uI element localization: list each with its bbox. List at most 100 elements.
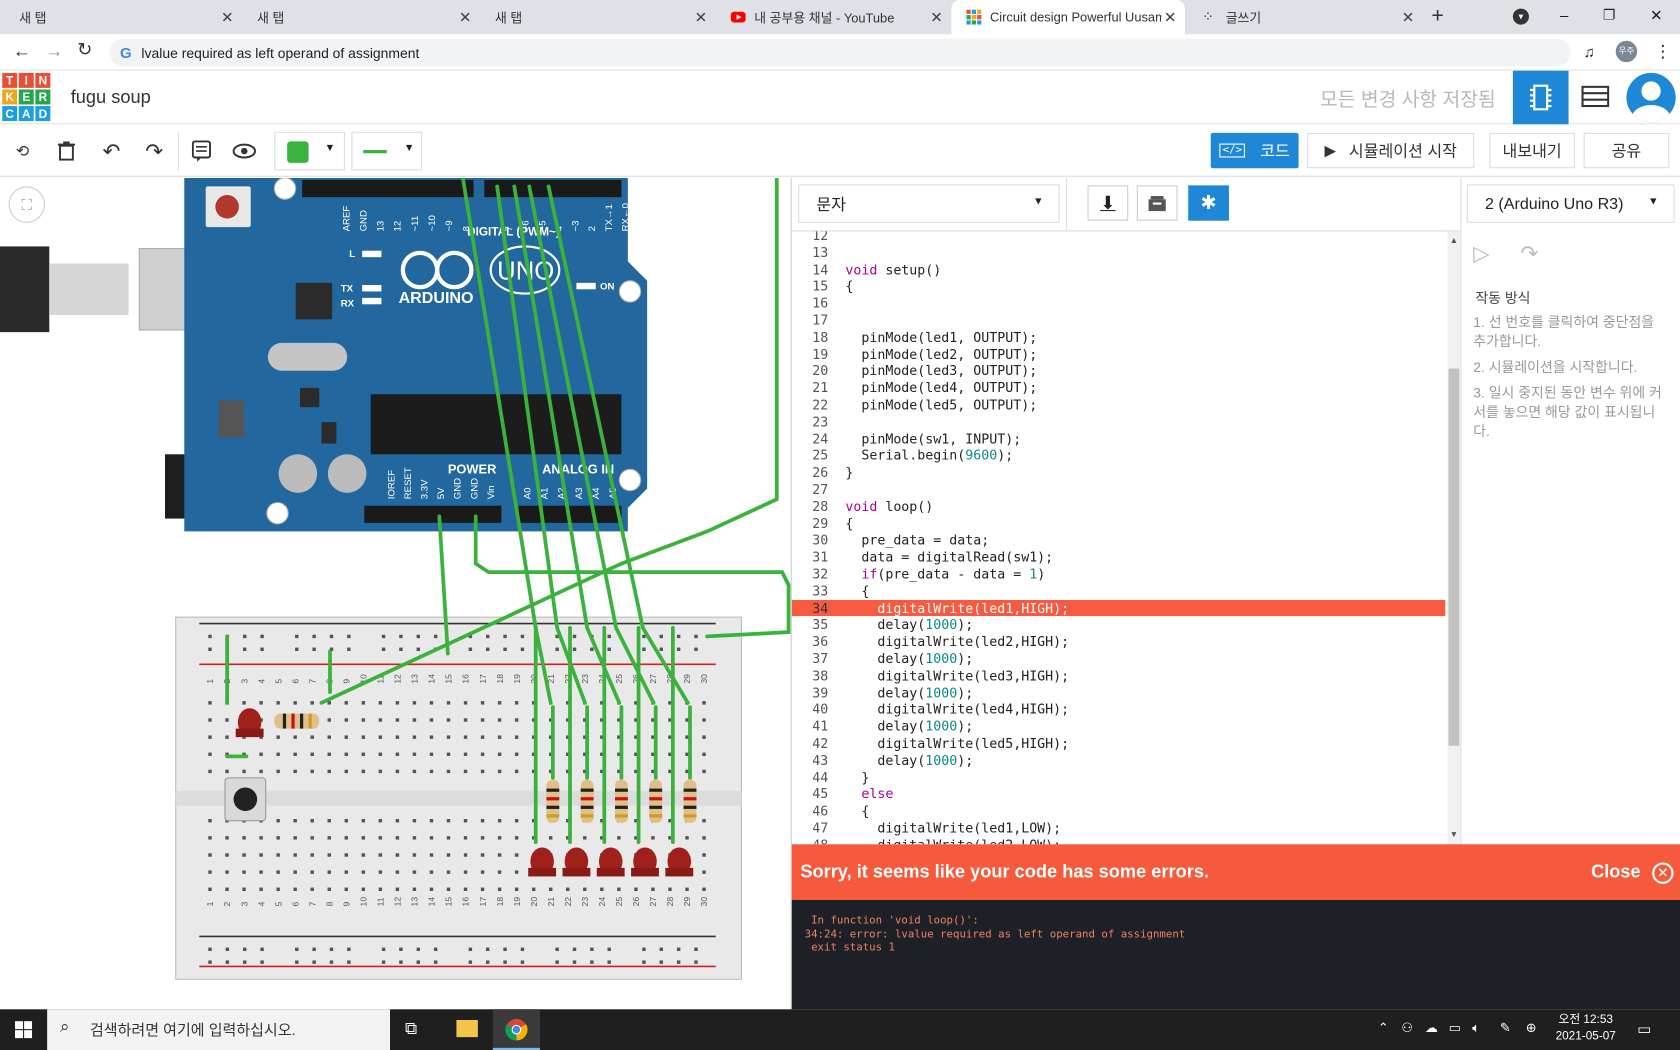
code-line[interactable]: 37 delay(1000); [792, 650, 1446, 667]
forward-icon[interactable]: → [45, 41, 63, 62]
code-line[interactable]: 30 pre_data = data; [792, 532, 1446, 549]
code-line[interactable]: 39 delay(1000); [792, 684, 1446, 701]
code-line[interactable]: 19 pinMode(led2, OUTPUT); [792, 346, 1446, 363]
people-icon[interactable]: ⚇ [1401, 1020, 1413, 1035]
clock[interactable]: 오전 12:53 2021-05-07 [1547, 1013, 1624, 1045]
chrome-taskbar-button[interactable] [492, 1009, 541, 1050]
code-line[interactable]: 36 digitalWrite(led2,HIGH); [792, 633, 1446, 650]
close-icon[interactable]: ✕ [1402, 9, 1415, 27]
circuit-canvas[interactable]: ⛶ ARDUINO UNO DIGITAL (PWM~) POWER ANALO… [0, 177, 791, 1010]
browser-tab[interactable]: ⁘ 글쓰기 ✕ [1187, 0, 1423, 34]
line-number[interactable]: 20 [792, 363, 828, 380]
line-number[interactable]: 14 [792, 261, 828, 278]
code-line[interactable]: 28 void loop() [792, 498, 1446, 515]
code-line[interactable]: 20 pinMode(led3, OUTPUT); [792, 363, 1446, 380]
undo-icon[interactable]: ↶ [96, 136, 126, 166]
line-number[interactable]: 16 [792, 295, 828, 312]
line-number[interactable]: 19 [792, 346, 828, 363]
menu-icon[interactable]: ⋮ [1654, 41, 1671, 62]
line-number[interactable]: 46 [792, 803, 828, 820]
line-number[interactable]: 48 [792, 837, 828, 845]
line-number[interactable]: 18 [792, 329, 828, 346]
download-button[interactable]: ⬇ [1087, 185, 1129, 221]
code-line[interactable]: 48 digitalWrite(led2,LOW); [792, 837, 1446, 845]
new-tab-button[interactable]: + [1431, 4, 1444, 29]
start-simulation-button[interactable]: ▶ 시뮬레이션 시작 [1307, 132, 1475, 169]
code-line[interactable]: 18 pinMode(led1, OUTPUT); [792, 329, 1446, 346]
notification-icon[interactable]: ▭ [1637, 1020, 1651, 1038]
line-number[interactable]: 21 [792, 379, 828, 396]
browser-tab[interactable]: 내 공부용 채널 - YouTube ✕ [716, 0, 952, 34]
file-explorer-icon[interactable] [456, 1020, 478, 1038]
code-line[interactable]: 41 delay(1000); [792, 718, 1446, 735]
delete-icon[interactable] [51, 136, 81, 166]
component-list-icon[interactable] [1581, 85, 1610, 113]
code-line[interactable]: 35 delay(1000); [792, 616, 1446, 633]
window-close-button[interactable]: ✕ [1650, 6, 1663, 24]
task-view-icon[interactable]: ⧉ [405, 1020, 417, 1039]
line-number[interactable]: 24 [792, 430, 828, 447]
tray-chevron-icon[interactable]: ⌃ [1378, 1020, 1389, 1035]
line-number[interactable]: 32 [792, 566, 828, 583]
code-line[interactable]: 46 { [792, 803, 1446, 820]
line-number[interactable]: 37 [792, 650, 828, 667]
redo-icon[interactable]: ↷ [139, 136, 169, 166]
reload-icon[interactable]: ↻ [77, 40, 92, 61]
line-number[interactable]: 47 [792, 820, 828, 837]
notes-icon[interactable] [186, 136, 216, 166]
project-name[interactable]: fugu soup [71, 87, 151, 108]
user-avatar[interactable] [1626, 72, 1676, 123]
line-number[interactable]: 41 [792, 718, 828, 735]
visibility-icon[interactable] [229, 136, 259, 166]
onedrive-icon[interactable]: ☁ [1425, 1020, 1438, 1035]
code-line[interactable]: 13 [792, 244, 1446, 261]
line-number[interactable]: 25 [792, 447, 828, 464]
line-number[interactable]: 31 [792, 549, 828, 566]
windows-start-icon[interactable] [15, 1021, 33, 1044]
code-line[interactable]: 32 if(pre_data - data = 1) [792, 566, 1446, 583]
line-number[interactable]: 45 [792, 786, 828, 803]
code-line[interactable]: 33 { [792, 583, 1446, 600]
code-mode-select[interactable]: 문자 ▼ [798, 184, 1060, 223]
volume-icon[interactable]: 🔈︎ [1472, 1020, 1480, 1036]
address-bar[interactable]: G lvalue required as left operand of ass… [109, 38, 1571, 67]
close-icon[interactable]: ✕ [930, 9, 943, 27]
close-icon[interactable]: ✕ [459, 9, 472, 27]
line-number[interactable]: 13 [792, 244, 828, 261]
code-line[interactable]: 17 [792, 312, 1446, 329]
code-line[interactable]: 12 [792, 231, 1446, 244]
back-icon[interactable]: ← [13, 41, 31, 62]
code-line[interactable]: 45 else [792, 786, 1446, 803]
circuit-view-button[interactable] [1512, 70, 1569, 125]
code-line[interactable]: 47 digitalWrite(led1,LOW); [792, 820, 1446, 837]
scroll-thumb[interactable] [1448, 368, 1460, 746]
pen-icon[interactable]: ✎ [1500, 1020, 1511, 1035]
media-control-icon[interactable]: ♫ [1584, 43, 1595, 60]
line-number[interactable]: 33 [792, 583, 828, 600]
board-select[interactable]: 2 (Arduino Uno R3) ▼ [1466, 184, 1675, 223]
line-number[interactable]: 23 [792, 413, 828, 430]
line-number[interactable]: 26 [792, 464, 828, 481]
code-editor[interactable]: 12 13 14 void setup() 15 {16 17 18 pinMode(led1… [791, 231, 1446, 845]
browser-tab[interactable]: 새 탭 ✕ [480, 0, 716, 34]
close-icon[interactable]: ✕ [695, 9, 708, 27]
rotate-icon[interactable]: ⟲ [6, 136, 38, 166]
line-number[interactable]: 29 [792, 515, 828, 532]
tinkercad-logo[interactable]: TIN KER CAD [2, 72, 51, 122]
close-icon[interactable]: ✕ [221, 9, 234, 27]
resume-icon[interactable]: ▷ [1473, 240, 1489, 267]
close-icon[interactable]: ✕ [1164, 9, 1177, 27]
code-line[interactable]: 43 delay(1000); [792, 752, 1446, 769]
tab-search-icon[interactable]: ▾ [1512, 8, 1529, 25]
line-number[interactable]: 44 [792, 769, 828, 786]
line-number[interactable]: 39 [792, 684, 828, 701]
code-line[interactable]: 26} [792, 464, 1446, 481]
step-over-icon[interactable]: ↷ [1520, 240, 1538, 267]
browser-tab[interactable]: 새 탭 ✕ [242, 0, 480, 34]
line-number[interactable]: 35 [792, 616, 828, 633]
code-line[interactable]: 21 pinMode(led4, OUTPUT); [792, 379, 1446, 396]
code-line[interactable]: 27 [792, 481, 1446, 498]
debugger-button[interactable]: ✱ [1188, 185, 1229, 221]
code-line[interactable]: 15 { [792, 278, 1446, 295]
code-line[interactable]: 40 digitalWrite(led4,HIGH); [792, 701, 1446, 718]
